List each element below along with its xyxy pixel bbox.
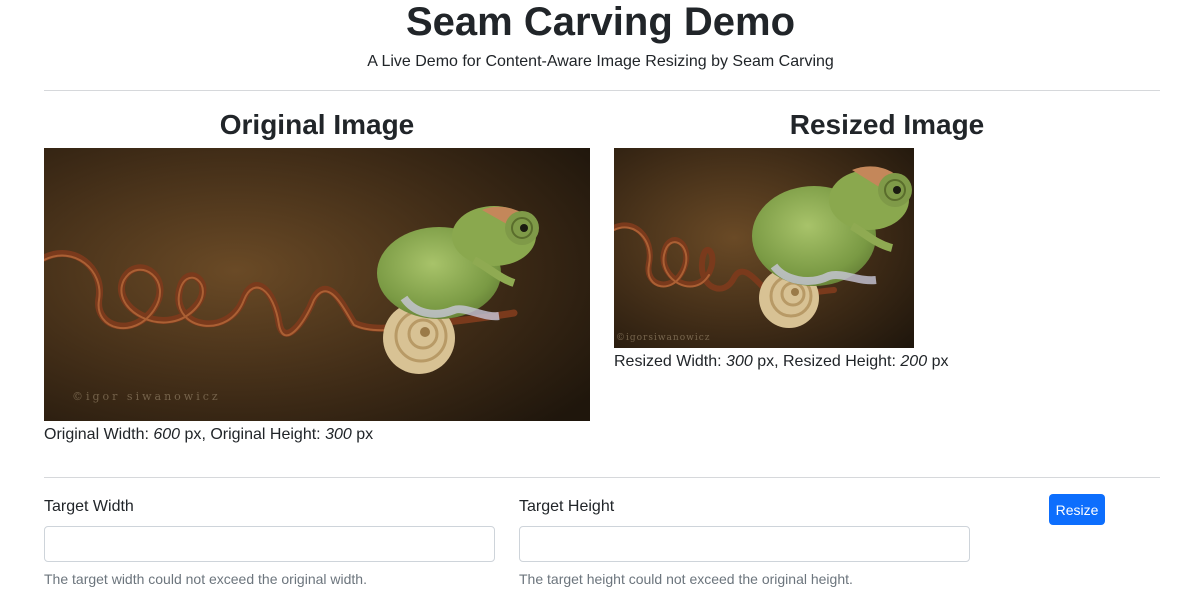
- top-divider: [44, 90, 1160, 91]
- original-watermark: ©igor siwanowicz: [72, 390, 221, 403]
- target-width-input[interactable]: [44, 526, 495, 562]
- target-height-label: Target Height: [519, 498, 615, 515]
- page-title: Seam Carving Demo: [405, 0, 796, 44]
- original-height-label: , Original Height:: [201, 426, 321, 443]
- original-dimensions: Original Width: 600 px, Original Height:…: [44, 425, 373, 445]
- original-width-value: 600: [153, 426, 181, 443]
- resized-width-unit: px: [757, 353, 775, 370]
- resized-image-heading: Resized Image: [789, 109, 985, 140]
- resized-image: ©igorsiwanowicz: [614, 148, 914, 348]
- original-height-value: 300: [325, 426, 352, 443]
- page-subtitle: A Live Demo for Content-Aware Image Resi…: [367, 53, 834, 70]
- resized-width-label: Resized Width:: [614, 353, 722, 370]
- original-width-unit: px: [184, 426, 202, 443]
- resized-height-value: 200: [900, 353, 928, 370]
- form-divider: [44, 477, 1160, 478]
- original-height-unit: px: [356, 426, 374, 443]
- target-width-label: Target Width: [44, 498, 134, 515]
- target-height-help: The target height could not exceed the o…: [519, 571, 853, 587]
- original-image: ©igor siwanowicz: [44, 148, 590, 421]
- resized-height-label: , Resized Height:: [774, 353, 896, 370]
- resized-dimensions: Resized Width: 300 px, Resized Height: 2…: [614, 352, 948, 372]
- target-width-help: The target width could not exceed the or…: [44, 571, 367, 587]
- resized-watermark: ©igorsiwanowicz: [616, 333, 711, 343]
- resized-width-value: 300: [726, 353, 753, 370]
- resized-height-unit: px: [931, 353, 949, 370]
- original-width-label: Original Width:: [44, 426, 149, 443]
- original-image-heading: Original Image: [219, 109, 415, 140]
- resize-button[interactable]: Resize: [1049, 494, 1105, 525]
- target-height-input[interactable]: [519, 526, 970, 562]
